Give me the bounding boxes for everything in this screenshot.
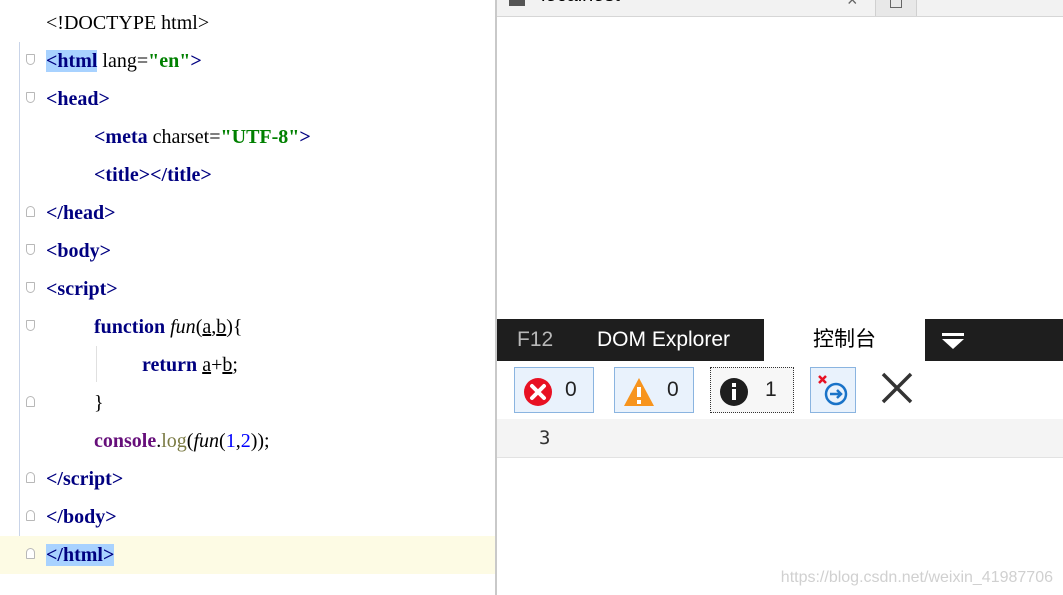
code-line[interactable]: function fun(a,b){ bbox=[0, 308, 495, 346]
warning-icon bbox=[624, 378, 654, 406]
fold-end-marker-icon[interactable] bbox=[26, 472, 35, 483]
console-output-row: 3 bbox=[497, 419, 1063, 458]
code-text: console.log(fun(1,2)); bbox=[94, 430, 270, 452]
fold-end-marker-icon[interactable] bbox=[26, 548, 35, 559]
tab-console[interactable]: 控制台 bbox=[764, 319, 925, 361]
more-tabs-dropdown-icon[interactable] bbox=[942, 333, 964, 349]
info-icon bbox=[720, 378, 748, 406]
clear-on-navigate-icon bbox=[818, 375, 848, 406]
code-line[interactable]: } bbox=[0, 384, 495, 422]
code-text: <title></title> bbox=[94, 164, 212, 186]
code-line[interactable]: <script> bbox=[0, 270, 495, 308]
tab-dom-explorer[interactable]: DOM Explorer bbox=[597, 319, 730, 361]
fold-end-marker-icon[interactable] bbox=[26, 396, 35, 407]
info-count: 1 bbox=[765, 378, 777, 401]
close-tab-icon[interactable]: × bbox=[847, 0, 858, 11]
error-icon bbox=[524, 378, 552, 406]
code-text: <html lang="en"> bbox=[46, 50, 202, 72]
code-text: function fun(a,b){ bbox=[94, 316, 243, 338]
code-line[interactable]: <head> bbox=[0, 80, 495, 118]
close-icon[interactable] bbox=[880, 371, 914, 405]
error-count: 0 bbox=[565, 378, 577, 401]
browser-tab-title[interactable]: localhost bbox=[541, 0, 620, 7]
code-text: } bbox=[94, 392, 104, 414]
fold-marker-icon[interactable] bbox=[26, 92, 35, 103]
code-line[interactable]: </script> bbox=[0, 460, 495, 498]
clear-on-navigate-button[interactable] bbox=[810, 367, 856, 413]
code-line[interactable]: <meta charset="UTF-8"> bbox=[0, 118, 495, 156]
code-text: return a+b; bbox=[142, 354, 238, 376]
messages-filter-button[interactable]: 1 bbox=[710, 367, 794, 413]
fold-end-marker-icon[interactable] bbox=[26, 206, 35, 217]
code-text: <meta charset="UTF-8"> bbox=[94, 126, 311, 148]
warning-count: 0 bbox=[667, 378, 679, 401]
code-line[interactable]: <html lang="en"> bbox=[0, 42, 495, 80]
code-line[interactable]: </head> bbox=[0, 194, 495, 232]
code-line[interactable]: <!DOCTYPE html> bbox=[0, 4, 495, 42]
fold-end-marker-icon[interactable] bbox=[26, 510, 35, 521]
code-text: </script> bbox=[46, 468, 124, 490]
code-text: </head> bbox=[46, 202, 116, 224]
new-tab-icon bbox=[890, 0, 902, 8]
console-toolbar: 0 0 1 bbox=[497, 361, 1063, 419]
code-text: <!DOCTYPE html> bbox=[46, 12, 210, 34]
code-line[interactable]: </body> bbox=[0, 498, 495, 536]
code-line[interactable]: <body> bbox=[0, 232, 495, 270]
console-output-value: 3 bbox=[539, 427, 551, 449]
new-tab-button[interactable] bbox=[875, 0, 917, 16]
fold-marker-icon[interactable] bbox=[26, 320, 35, 331]
fold-marker-icon[interactable] bbox=[26, 244, 35, 255]
code-line[interactable]: <title></title> bbox=[0, 156, 495, 194]
watermark: https://blog.csdn.net/weixin_41987706 bbox=[780, 569, 1053, 586]
devtools-tabbar: F12 DOM Explorer 控制台 bbox=[497, 319, 1063, 361]
code-editor[interactable]: <!DOCTYPE html> <html lang="en"> <head> … bbox=[0, 0, 495, 595]
fold-marker-icon[interactable] bbox=[26, 282, 35, 293]
f12-label: F12 bbox=[517, 328, 554, 351]
browser-tab-strip: localhost × bbox=[497, 0, 1063, 17]
errors-filter-button[interactable]: 0 bbox=[514, 367, 594, 413]
code-text: <head> bbox=[46, 88, 110, 110]
code-text: <body> bbox=[46, 240, 112, 262]
browser-window: localhost × F12 DOM Explorer 控制台 0 0 bbox=[495, 0, 1063, 595]
fold-marker-icon[interactable] bbox=[26, 54, 35, 65]
code-line[interactable]: return a+b; bbox=[0, 346, 495, 384]
code-text: </body> bbox=[46, 506, 117, 528]
code-line[interactable]: console.log(fun(1,2)); bbox=[0, 422, 495, 460]
code-line-current[interactable]: </html> bbox=[0, 536, 495, 574]
code-text: <script> bbox=[46, 278, 118, 300]
warnings-filter-button[interactable]: 0 bbox=[614, 367, 694, 413]
page-icon bbox=[509, 0, 525, 6]
code-text: </html> bbox=[46, 544, 115, 566]
